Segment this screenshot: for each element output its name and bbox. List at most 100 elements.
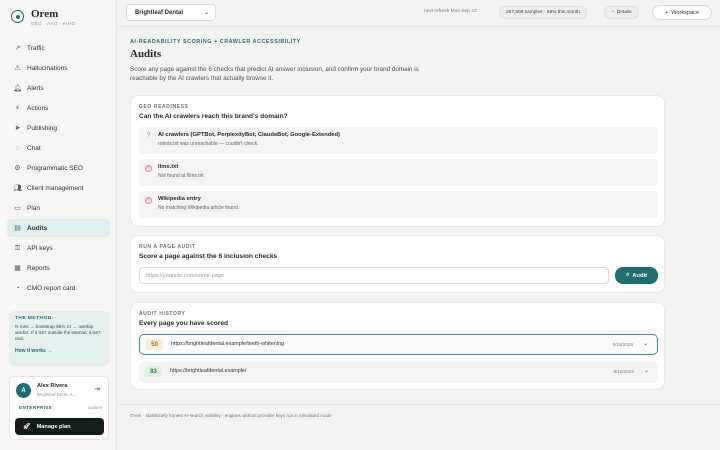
page-eyebrow: AI-READABILITY SCORING + CRAWLER ACCESSI… [130,39,301,45]
sidebar-item-client-management[interactable]: 👥︎ Client management [7,179,110,197]
report-icon: ▦ [14,264,21,272]
plan-tier-badge: ENTERPRISE [19,405,53,410]
sidebar-item-label: Alerts [27,84,44,92]
trend-icon: ↗ [14,44,21,52]
card-icon: ▭ [14,204,21,212]
sidebar-item-label: Client management [27,184,84,192]
sidebar-item-publishing[interactable]: ➤ Publishing [7,119,110,137]
audit-history-card: AUDIT HISTORY Every page you have scored… [130,302,665,390]
check-detail: No matching Wikipedia article found. [158,205,240,211]
brand-name: Orem [31,8,59,20]
card-eyebrow: GEO READINESS [139,104,189,110]
page-url-input[interactable] [139,267,609,284]
sidebar-item-reports[interactable]: ▦ Reports [7,259,110,277]
refresh-status: next refresh Mon Sep 23 [424,9,477,14]
card-title: Score a page against the 6 inclusion che… [139,253,278,260]
sidebar-item-label: Programmatic SEO [27,164,83,172]
method-title: THE METHOD [15,316,52,321]
key-icon: ⚿ [14,244,21,252]
bell-icon: 🔔︎ [13,84,22,92]
samples-badge: 287,509 samples · 58% this month [499,6,587,19]
workspace-label: Workspace [671,9,700,16]
check-detail: Not found at /llms.txt. [158,173,205,179]
logout-icon[interactable]: ⇥ [94,385,100,393]
bolt-icon: ⚡︎ [15,104,20,112]
page-footer: Orem · statistically honest AI-search vi… [118,404,720,426]
orem-logo-icon [11,10,24,23]
sidebar-item-audits[interactable]: ▤ Audits [7,219,110,237]
audit-button[interactable]: ⌕ Audit [615,267,658,284]
check-llms-txt: × llms.txt Not found at /llms.txt. [139,159,658,186]
history-date: 9/18/2026 [613,369,634,374]
sidebar-item-alerts[interactable]: 🔔︎ Alerts [7,79,110,97]
history-url: https://brightleafdental.example/teeth-w… [171,341,284,347]
details-label: Details [616,10,632,15]
gauge-icon: ◔ [611,10,614,15]
clipboard-icon: ▤ [14,224,21,232]
sidebar-item-label: Hallucinations [27,64,68,72]
score-badge: 50 [146,339,163,350]
method-panel: THE METHOD N runs → bootstrap 95% CI → o… [9,311,109,366]
run-audit-card: RUN A PAGE AUDIT Score a page against th… [130,235,665,293]
sidebar-item-hallucinations[interactable]: ⚠ Hallucinations [7,59,110,77]
sidebar-item-api-keys[interactable]: ⚿ API keys [7,239,110,257]
manage-plan-label: Manage plan [36,423,71,430]
gauge-icon: ◔ [15,284,20,292]
page-title: Audits [130,48,162,60]
warning-icon: ⚠ [14,64,21,72]
user-org: Brightleaf Demo A... [37,392,77,397]
brand-selector[interactable]: Brightleaf Dental ⌄ [126,4,216,21]
workspace-button[interactable]: + Workspace [652,5,712,20]
history-row[interactable]: 83 https://brightleafdental.example/ 9/1… [139,362,658,383]
sidebar-item-label: CMO report card [27,284,76,292]
sidebar-item-actions[interactable]: ⚡︎ Actions [7,99,110,117]
plus-icon: + [664,9,669,16]
geo-readiness-card: GEO READINESS Can the AI crawlers reach … [130,95,665,227]
sidebar-item-traffic[interactable]: ↗ Traffic [7,39,110,57]
history-url: https://brightleafdental.example/ [170,368,247,374]
method-text: N runs → bootstrap 95% CI → overlap verd… [15,324,101,341]
sidebar-item-label: Publishing [27,124,57,132]
send-icon: ➤ [14,124,21,132]
history-date: 9/18/2026 [612,342,633,347]
card-title: Every page you have scored [139,320,229,327]
brand-subtitle: GEO · AAO · AIHO [31,21,76,26]
page-description: Score any page against the 6 checks that… [130,66,419,82]
sidebar-item-programmatic-seo[interactable]: ⚙ Programmatic SEO [7,159,110,177]
chat-bubble-icon: ◌ [15,144,20,152]
sidebar-item-label: Plan [27,204,41,212]
card-title: Can the AI crawlers reach this brand's d… [139,113,288,120]
score-badge: 83 [145,366,162,377]
chevron-down-icon[interactable]: ⌄ [644,367,649,374]
manage-plan-button[interactable]: 🚀︎ Manage plan [15,418,104,435]
user-card: A Alex Rivera Brightleaf Demo A... ⇥ ENT… [9,376,109,440]
sidebar-item-cmo-report-card[interactable]: ◔ CMO report card [7,279,110,297]
sidebar-item-chat[interactable]: ◌ Chat [7,139,110,157]
avatar: A [16,383,31,398]
gear-icon: ⚙ [14,164,21,172]
rocket-icon: 🚀︎ [23,424,31,430]
details-button[interactable]: ◔ Details [604,6,639,19]
user-name: Alex Rivera [37,383,68,389]
chevron-down-icon: ⌄ [203,10,209,16]
question-icon: ? [146,133,151,139]
fail-icon: × [145,165,152,172]
sidebar-item-label: Audits [27,224,48,232]
card-eyebrow: AUDIT HISTORY [139,311,186,317]
sidebar-nav: ↗ Traffic ⚠ Hallucinations 🔔︎ Alerts ⚡︎ Acti… [7,39,110,299]
sidebar: Orem GEO · AAO · AIHO ↗ Traffic ⚠ Hallucin… [0,0,117,450]
plan-type: custom [87,405,102,410]
check-detail: robots.txt was unreachable — couldn't ch… [158,141,259,147]
sidebar-item-label: Reports [27,264,50,272]
sidebar-item-label: Traffic [27,44,45,52]
how-it-works-link[interactable]: How it works → [15,348,103,354]
chevron-down-icon[interactable]: ⌄ [643,340,648,347]
users-icon: 👥︎ [13,184,22,192]
search-icon: ⌕ [625,272,630,278]
top-bar: Brightleaf Dental ⌄ next refresh Mon Sep… [118,0,720,27]
brand[interactable]: Orem GEO · AAO · AIHO [11,8,75,26]
check-title: Wikipedia entry [158,196,201,202]
history-row[interactable]: 50 https://brightleafdental.example/teet… [139,334,658,355]
sidebar-item-label: Actions [27,104,49,112]
sidebar-item-plan[interactable]: ▭ Plan [7,199,110,217]
